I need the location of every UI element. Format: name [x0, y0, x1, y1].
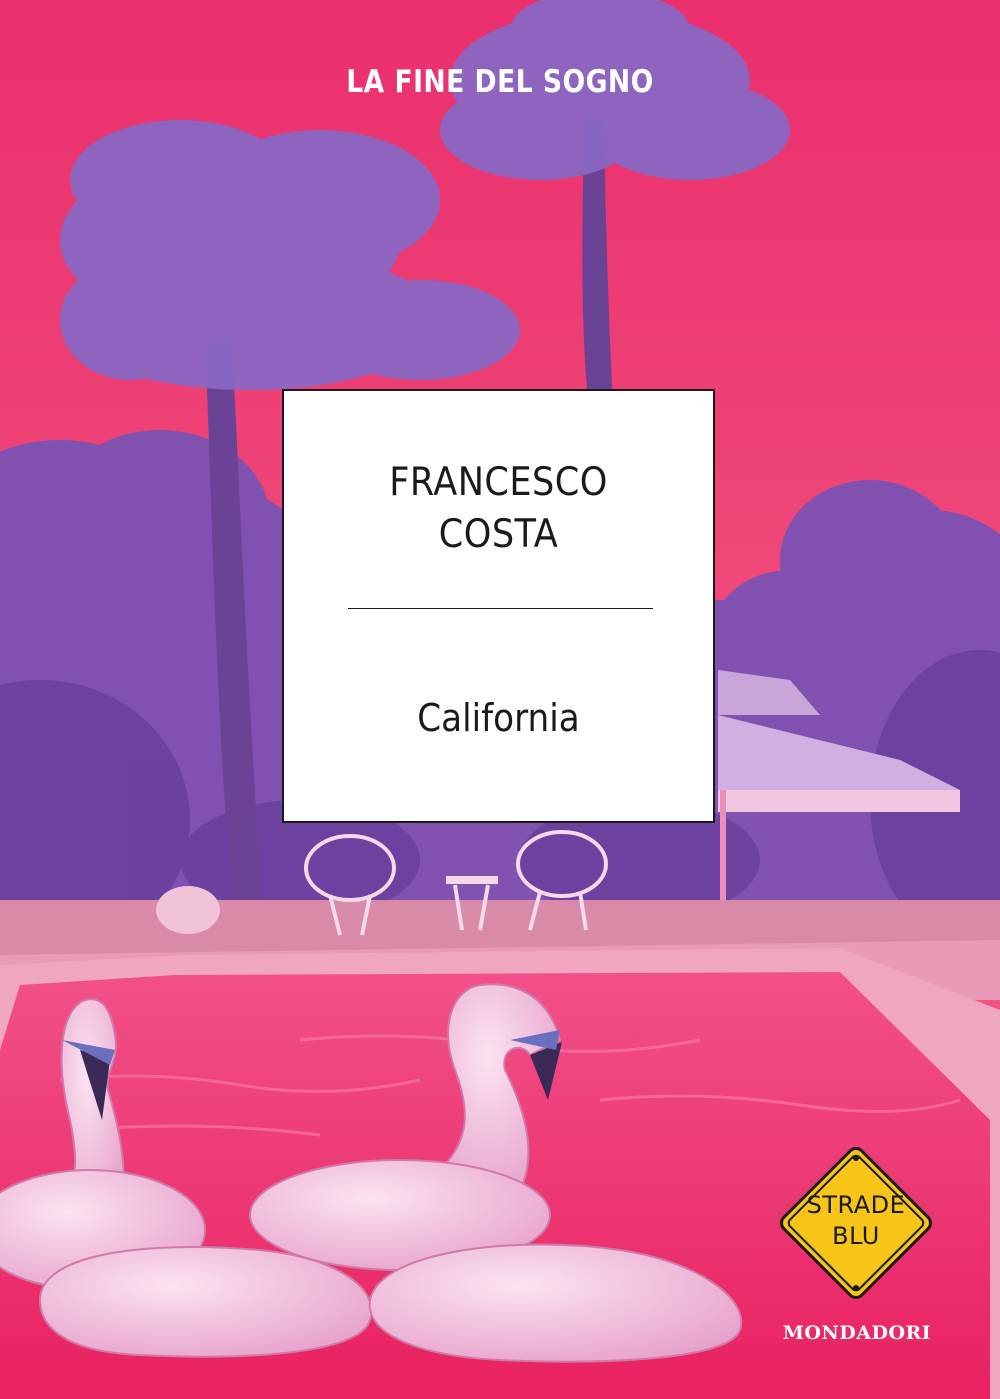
- collection-line-2: BLU: [832, 1222, 880, 1250]
- series-title: LA FINE DEL SOGNO: [346, 64, 654, 100]
- publisher-logo: MONDADORI: [782, 1322, 932, 1344]
- collection-line-1: STRADE: [806, 1191, 906, 1219]
- collection-badge: STRADE BLU: [771, 1138, 941, 1308]
- book-title: California: [417, 696, 580, 740]
- title-divider: [348, 608, 653, 609]
- book-cover: LA FINE DEL SOGNO FRANCESCO COSTA Califo…: [0, 0, 1000, 1399]
- author-name: FRANCESCO COSTA: [305, 457, 691, 561]
- author-first-name: FRANCESCO: [389, 460, 608, 505]
- author-last-name: COSTA: [438, 512, 559, 557]
- collection-name: STRADE BLU: [771, 1190, 941, 1252]
- title-box: FRANCESCO COSTA California: [282, 389, 715, 823]
